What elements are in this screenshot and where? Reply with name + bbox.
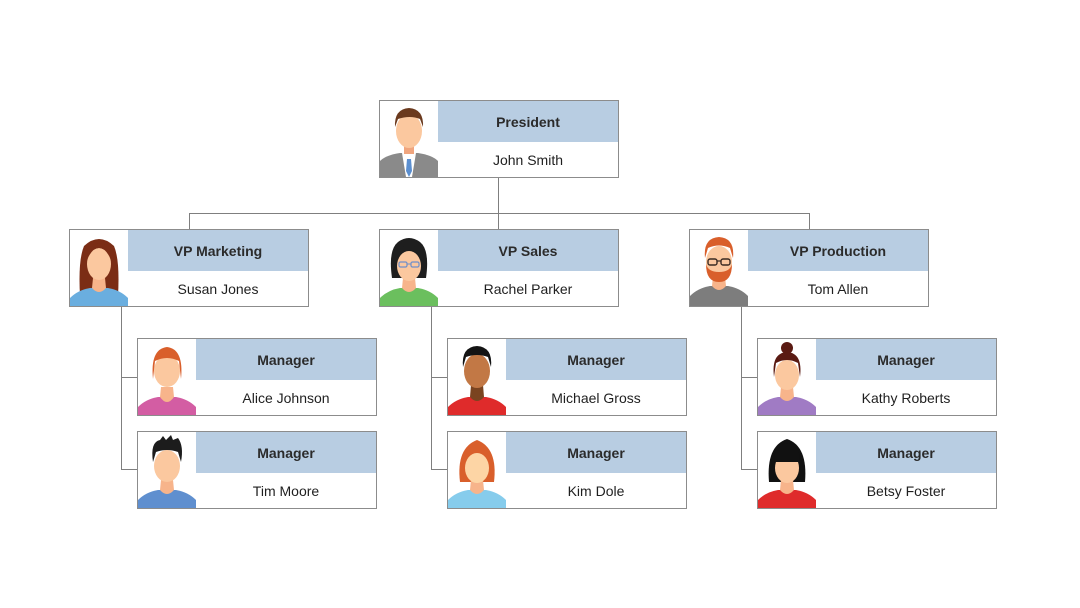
node-name: Susan Jones	[177, 280, 259, 297]
node-name: Michael Gross	[551, 389, 641, 406]
node-title: Manager	[196, 432, 376, 473]
avatar-man-beard-icon	[690, 230, 748, 306]
connector-production-down	[741, 306, 742, 470]
avatar-man-dark-skin-icon	[448, 339, 506, 415]
connector-betsy	[741, 469, 757, 470]
org-node-vp-marketing[interactable]: VP Marketing Susan Jones	[69, 229, 309, 307]
org-chart: President John Smith VP Marketing Susan …	[0, 0, 1080, 608]
node-name: Tim Moore	[252, 482, 320, 499]
connector-vp-sales-up	[498, 213, 499, 229]
org-node-betsy-foster[interactable]: Manager Betsy Foster	[757, 431, 997, 509]
node-name: Tom Allen	[807, 280, 869, 297]
avatar-woman-long-hair-icon	[70, 230, 128, 306]
connector-tim	[121, 469, 137, 470]
node-title: VP Sales	[438, 230, 618, 271]
connector-kim	[431, 469, 447, 470]
org-node-president[interactable]: President John Smith	[379, 100, 619, 178]
connector-sales-down	[431, 306, 432, 470]
node-name: John Smith	[492, 151, 564, 168]
node-name: Kathy Roberts	[861, 389, 951, 406]
org-node-kathy-roberts[interactable]: Manager Kathy Roberts	[757, 338, 997, 416]
org-node-vp-sales[interactable]: VP Sales Rachel Parker	[379, 229, 619, 307]
org-node-alice-johnson[interactable]: Manager Alice Johnson	[137, 338, 377, 416]
org-node-vp-production[interactable]: VP Production Tom Allen	[689, 229, 929, 307]
connector-vp-horizontal	[189, 213, 810, 214]
avatar-woman-glasses-icon	[380, 230, 438, 306]
org-node-kim-dole[interactable]: Manager Kim Dole	[447, 431, 687, 509]
connector-michael	[431, 377, 447, 378]
node-name: Rachel Parker	[483, 280, 573, 297]
avatar-man-spiky-hair-icon	[138, 432, 196, 508]
org-node-michael-gross[interactable]: Manager Michael Gross	[447, 338, 687, 416]
avatar-woman-bob-hair-icon	[448, 432, 506, 508]
avatar-woman-hair-bun-icon	[758, 339, 816, 415]
node-title: Manager	[816, 432, 996, 473]
node-title: VP Marketing	[128, 230, 308, 271]
avatar-woman-bangs-icon	[758, 432, 816, 508]
node-title: VP Production	[748, 230, 928, 271]
node-name: Betsy Foster	[866, 482, 946, 499]
avatar-man-suit-icon	[380, 101, 438, 177]
connector-kathy	[741, 377, 757, 378]
node-title: President	[438, 101, 618, 142]
node-name: Alice Johnson	[242, 389, 330, 406]
connector-alice	[121, 377, 137, 378]
avatar-woman-short-hair-icon	[138, 339, 196, 415]
connector-vp-production-up	[809, 213, 810, 229]
connector-marketing-down	[121, 306, 122, 470]
node-name: Kim Dole	[567, 482, 625, 499]
connector-vp-marketing-up	[189, 213, 190, 229]
connector-president-down	[498, 178, 499, 214]
node-title: Manager	[506, 432, 686, 473]
node-title: Manager	[506, 339, 686, 380]
org-node-tim-moore[interactable]: Manager Tim Moore	[137, 431, 377, 509]
node-title: Manager	[196, 339, 376, 380]
node-title: Manager	[816, 339, 996, 380]
